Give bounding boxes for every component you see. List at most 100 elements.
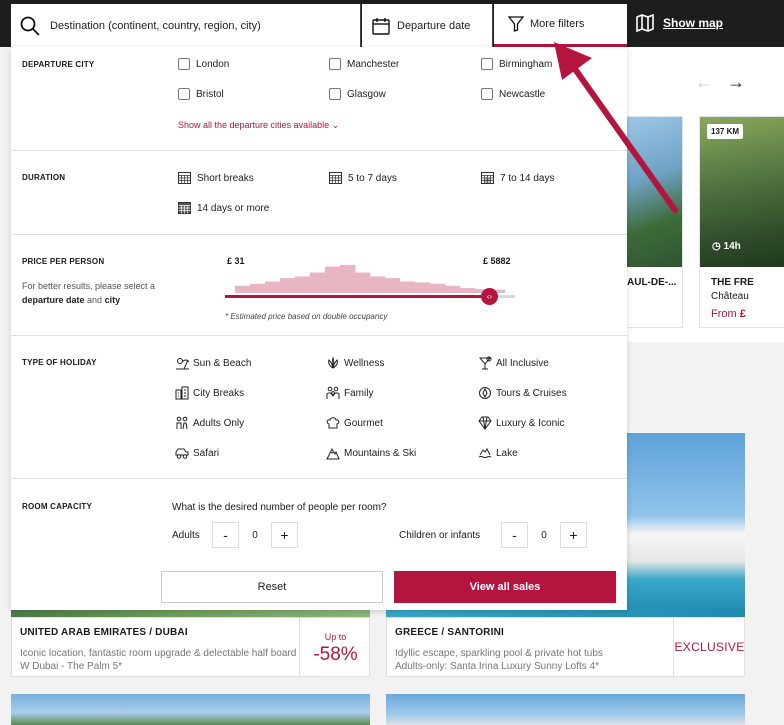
more-filters-label: More filters (530, 18, 585, 30)
option-label: Birmingham (499, 58, 553, 70)
duration-option-14-plus-days[interactable]: 14 days or more (178, 202, 269, 214)
offer-image: 137 KM ◷ 14h (700, 117, 784, 267)
duration-option-7-14-days[interactable]: 7 to 14 days (481, 172, 554, 184)
arrow-left-icon[interactable]: ← (695, 72, 713, 93)
departure-date-button[interactable]: Departure date (362, 4, 493, 47)
option-label: London (196, 58, 230, 70)
deal-image[interactable] (11, 694, 370, 725)
deal-hotel-name: W Dubai - The Palm 5* (20, 661, 123, 672)
exclusive-tag: EXCLUSIVE (673, 618, 745, 676)
map-icon (636, 14, 654, 32)
deal-description: Idyllic escape, sparkling pool & private… (395, 647, 603, 673)
arrow-right-icon[interactable]: → (727, 72, 745, 93)
price-footnote: * Estimated price based on double occupa… (225, 312, 388, 321)
holiday-option[interactable]: Family (326, 386, 373, 400)
checkbox[interactable] (329, 58, 341, 70)
city-option-london[interactable]: London (178, 58, 229, 70)
offer-subtitle: Château (711, 291, 749, 302)
children-minus-button[interactable]: - (501, 522, 528, 548)
option-label: 14 days or more (197, 202, 270, 214)
children-stepper: Children or infants - 0 + (399, 522, 587, 548)
option-label: Family (344, 387, 374, 399)
holiday-option[interactable]: Sun & Beach (175, 356, 251, 370)
offer-card[interactable]: 137 KM ◷ 14h THE FRE Château From £ (699, 116, 784, 328)
price-slider-handle[interactable]: ‹› (480, 288, 498, 305)
filter-funnel-icon (508, 16, 524, 32)
price-note-and: and (87, 295, 103, 305)
calendar-grid-icon (481, 172, 494, 184)
deal-image[interactable] (386, 694, 745, 725)
deal-image[interactable] (627, 433, 745, 616)
price-note: For better results, please select a depa… (22, 279, 155, 307)
more-filters-panel: DEPARTURE CITY London Manchester Birming… (11, 47, 627, 610)
holiday-option[interactable]: Safari (175, 446, 219, 460)
price-slider-track[interactable]: ‹› (225, 288, 515, 305)
holiday-option[interactable]: City Breaks (175, 386, 244, 400)
section-title: DEPARTURE CITY (22, 60, 95, 69)
offer-image (627, 117, 682, 267)
price-section: PRICE PER PERSON For better results, ple… (11, 235, 627, 336)
histogram-bar (430, 283, 446, 293)
option-label: Mountains & Ski (344, 447, 417, 459)
adults-plus-button[interactable]: + (271, 522, 298, 548)
city-option-glasgow[interactable]: Glasgow (329, 88, 386, 100)
histogram-bar (370, 276, 386, 293)
holiday-option[interactable]: Wellness (326, 356, 384, 370)
view-all-sales-button[interactable]: View all sales (394, 571, 616, 603)
destination-search-box[interactable]: Destination (continent, country, region,… (11, 4, 361, 47)
option-label: Adults Only (193, 417, 245, 429)
offer-card[interactable]: AUL-DE-... (627, 116, 683, 328)
city-option-newcastle[interactable]: Newcastle (481, 88, 545, 100)
section-title: DURATION (22, 173, 66, 182)
option-label: Bristol (196, 88, 224, 100)
city-option-bristol[interactable]: Bristol (178, 88, 224, 100)
duration-option-short-breaks[interactable]: Short breaks (178, 172, 254, 184)
city-option-manchester[interactable]: Manchester (329, 58, 399, 70)
deal-card[interactable]: GREECE / SANTORINI Idyllic escape, spark… (386, 617, 745, 677)
holiday-option[interactable]: Mountains & Ski (326, 446, 416, 460)
option-label: 5 to 7 days (348, 172, 397, 184)
adults-value: 0 (252, 529, 258, 541)
histogram-bar (310, 272, 326, 293)
room-question: What is the desired number of people per… (172, 502, 387, 513)
holiday-option[interactable]: Adults Only (175, 416, 244, 430)
city-option-birmingham[interactable]: Birmingham (481, 58, 552, 70)
checkbox[interactable] (178, 88, 190, 100)
histogram-bar (445, 285, 461, 293)
chef-hat-icon (326, 417, 340, 429)
holiday-option[interactable]: Luxury & Iconic (478, 416, 564, 430)
family-icon (326, 386, 340, 399)
destination-search-input[interactable]: Destination (continent, country, region,… (50, 20, 261, 32)
section-title: PRICE PER PERSON (22, 257, 105, 266)
top-search-bar: Destination (continent, country, region,… (0, 0, 784, 47)
checkbox[interactable] (178, 58, 190, 70)
holiday-option[interactable]: Gourmet (326, 416, 383, 430)
deal-card[interactable]: UNITED ARAB EMIRATES / DUBAI Iconic loca… (11, 617, 370, 677)
histogram-bar (460, 288, 476, 293)
checkbox[interactable] (329, 88, 341, 100)
holiday-option[interactable]: All Inclusive (478, 356, 549, 370)
children-plus-button[interactable]: + (560, 522, 587, 548)
offer-title: THE FRE (711, 277, 754, 288)
deal-desc-line: Idyllic escape, sparkling pool & private… (395, 648, 603, 659)
show-all-cities-link[interactable]: Show all the departure cities available … (178, 120, 339, 131)
show-map-button[interactable]: Show map (636, 14, 723, 32)
option-label: Newcastle (499, 88, 546, 100)
duration-option-5-7-days[interactable]: 5 to 7 days (329, 172, 397, 184)
holiday-option[interactable]: Lake (478, 446, 518, 460)
distance-badge: 137 KM (707, 124, 744, 139)
holiday-option[interactable]: Tours & Cruises (478, 386, 567, 400)
checkbox[interactable] (481, 58, 493, 70)
children-value: 0 (541, 529, 547, 541)
checkbox[interactable] (481, 88, 493, 100)
option-label: Manchester (347, 58, 400, 70)
show-all-label: Show all the departure cities available (178, 120, 330, 130)
option-label: Glasgow (347, 88, 386, 100)
more-filters-button[interactable]: More filters (494, 4, 627, 47)
histogram-bar (295, 276, 311, 293)
option-label: All Inclusive (496, 357, 549, 369)
adults-minus-button[interactable]: - (212, 522, 239, 548)
reset-button[interactable]: Reset (161, 571, 383, 603)
calendar-grid-icon (178, 172, 191, 184)
from-label: From (711, 308, 737, 320)
